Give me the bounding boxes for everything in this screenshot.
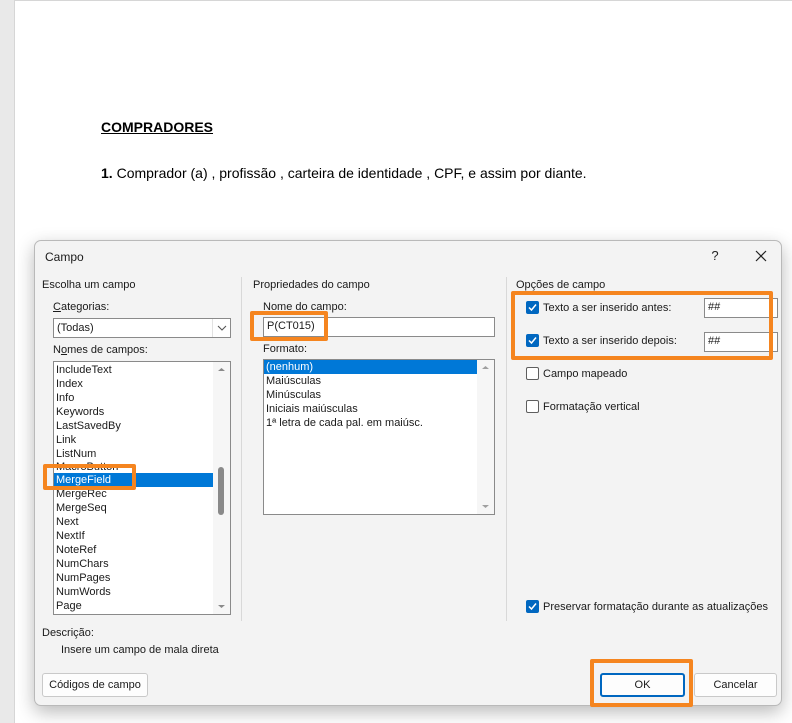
field-list-item[interactable]: Page — [54, 599, 230, 613]
field-list-scrollbar[interactable] — [213, 362, 230, 614]
format-list-item[interactable]: Maiúsculas — [264, 374, 477, 388]
format-list[interactable]: (nenhum) Maiúsculas Minúsculas Iniciais mai… — [263, 359, 495, 515]
combo-dropdown-button[interactable] — [212, 319, 230, 337]
field-list-item[interactable]: NumChars — [54, 557, 230, 571]
field-list-item[interactable]: NoteRef — [54, 543, 230, 557]
format-list-scrollbar[interactable] — [477, 360, 494, 514]
field-name-label: Nome do campo: — [263, 301, 347, 313]
format-label: Formato: — [263, 343, 308, 355]
chevron-down-icon — [217, 325, 227, 331]
field-list-item[interactable]: MergeField — [54, 473, 230, 487]
field-list-item[interactable]: LastSavedBy — [54, 419, 230, 433]
mapped-field-label: Campo mapeado — [543, 368, 628, 380]
field-list-item[interactable]: NextIf — [54, 529, 230, 543]
text-before-input[interactable]: ## — [704, 298, 778, 318]
categories-combo-value: (Todas) — [57, 322, 94, 334]
column-divider — [241, 277, 242, 621]
ok-button[interactable]: OK — [600, 673, 685, 697]
text-before-checkbox[interactable] — [526, 301, 539, 314]
choose-field-group-title: Escolha um campo — [42, 279, 136, 291]
dialog-title: Campo — [45, 250, 84, 264]
field-list-item[interactable]: Next — [54, 515, 230, 529]
format-list-item[interactable]: 1ª letra de cada pal. em maiúsc. — [264, 416, 477, 430]
field-list-item[interactable]: NumWords — [54, 585, 230, 599]
scrollbar-thumb[interactable] — [218, 467, 224, 515]
format-list-item[interactable]: Minúsculas — [264, 388, 477, 402]
field-options-group-title: Opções de campo — [516, 279, 606, 291]
field-dialog: Campo ? Escolha um campo Categorias: (To… — [34, 240, 782, 706]
paragraph-number: 1. — [101, 165, 113, 181]
scroll-up-icon[interactable] — [481, 363, 490, 372]
paragraph-text: Comprador (a) , profissão , carteira de … — [112, 165, 587, 181]
scroll-up-icon[interactable] — [217, 365, 226, 374]
field-list-item[interactable]: Info — [54, 391, 230, 405]
field-name-input[interactable]: P(CT015) — [263, 317, 495, 337]
column-divider — [506, 277, 507, 621]
checkmark-icon — [528, 304, 537, 312]
field-list-item[interactable]: Index — [54, 377, 230, 391]
close-button[interactable] — [748, 245, 774, 267]
checkmark-icon — [528, 603, 537, 611]
text-after-checkbox[interactable] — [526, 334, 539, 347]
cancel-button[interactable]: Cancelar — [694, 673, 777, 697]
field-list-item[interactable]: NumPages — [54, 571, 230, 585]
field-list-item[interactable]: MergeRec — [54, 487, 230, 501]
description-text: Insere um campo de mala direta — [61, 644, 219, 656]
field-list-item[interactable]: ListNum — [54, 447, 230, 461]
description-label: Descrição: — [42, 627, 94, 639]
categories-combo[interactable]: (Todas) — [53, 318, 231, 338]
scroll-down-icon[interactable] — [217, 602, 226, 611]
field-list-item[interactable]: MacroButton — [54, 461, 230, 473]
field-codes-button-label: Códigos de campo — [49, 679, 141, 691]
format-list-item[interactable]: (nenhum) — [264, 360, 477, 374]
vertical-format-checkbox[interactable] — [526, 400, 539, 413]
mapped-field-checkbox[interactable] — [526, 367, 539, 380]
text-after-input[interactable]: ## — [704, 332, 778, 352]
help-button[interactable]: ? — [704, 245, 726, 267]
field-list-item[interactable]: MergeSeq — [54, 501, 230, 515]
preserve-format-checkbox[interactable] — [526, 600, 539, 613]
vertical-format-label: Formatação vertical — [543, 401, 640, 413]
checkmark-icon — [528, 337, 537, 345]
field-codes-button[interactable]: Códigos de campo — [42, 673, 148, 697]
field-properties-group-title: Propriedades do campo — [253, 279, 370, 291]
document-paragraph: 1. Comprador (a) , profissão , carteira … — [101, 165, 587, 181]
text-before-label: Texto a ser inserido antes: — [543, 302, 672, 314]
field-names-label: Nomes de campos: — [53, 344, 148, 356]
close-icon — [755, 250, 767, 262]
format-list-item[interactable]: Iniciais maiúsculas — [264, 402, 477, 416]
text-after-label: Texto a ser inserido depois: — [543, 335, 677, 347]
field-list-item[interactable]: Link — [54, 433, 230, 447]
preserve-format-label: Preservar formatação durante as atualiza… — [543, 601, 769, 613]
field-list-item[interactable]: Keywords — [54, 405, 230, 419]
document-heading: COMPRADORES — [101, 119, 214, 135]
field-list-item[interactable]: IncludeText — [54, 363, 230, 377]
field-names-list[interactable]: IncludeText Index Info Keywords LastSavedBy L… — [53, 361, 231, 615]
categories-label: Categorias: — [53, 301, 110, 313]
scroll-down-icon[interactable] — [481, 502, 490, 511]
